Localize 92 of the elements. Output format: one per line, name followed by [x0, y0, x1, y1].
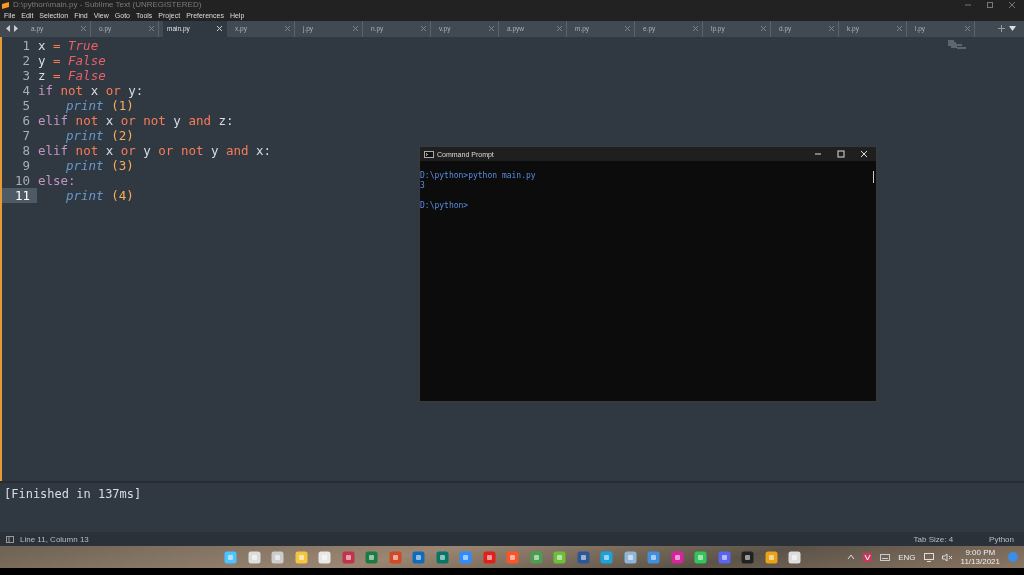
line-number: 5 — [21, 98, 31, 113]
cursor-position: Line 11, Column 13 — [20, 534, 89, 544]
app-logo-icon — [2, 1, 9, 9]
code-token: z — [38, 68, 46, 83]
code-token: not — [143, 113, 166, 128]
console-icon — [424, 150, 434, 158]
app-icon[interactable] — [647, 550, 660, 564]
line-number: 11 — [2, 188, 37, 203]
line-number: 3 — [21, 68, 31, 83]
code-token: (1) — [111, 98, 134, 113]
code-token: or — [120, 143, 136, 158]
minimap-drawing — [948, 40, 966, 49]
app-icon[interactable] — [553, 550, 566, 564]
code-token: (2) — [111, 128, 134, 143]
code-token: elif — [38, 143, 69, 158]
clock-time[interactable]: 9:00 PM — [965, 548, 996, 558]
line-number: 2 — [21, 53, 31, 68]
code-token: (3) — [111, 158, 134, 173]
monitor-icon[interactable] — [923, 552, 934, 562]
close-icon[interactable] — [217, 26, 222, 32]
app-icon[interactable] — [435, 550, 449, 564]
code-token: x — [90, 83, 99, 98]
app-icon[interactable] — [365, 550, 378, 564]
code-token: print — [66, 158, 104, 173]
code-token: if — [38, 83, 54, 98]
keyboard-icon[interactable] — [880, 553, 891, 561]
minimize-icon[interactable] — [964, 2, 972, 8]
code-token: not — [60, 83, 84, 98]
app-icon[interactable] — [600, 550, 613, 564]
console-line: 3 — [420, 181, 425, 191]
scrollbar[interactable] — [872, 171, 874, 183]
build-output: [Finished in 137ms] — [4, 487, 142, 502]
line-number: 4 — [21, 83, 31, 98]
code-token: and — [226, 143, 249, 158]
code-token: y — [143, 143, 151, 158]
code-token: not — [75, 143, 99, 158]
code-token: print — [66, 188, 104, 203]
chevron-up-icon[interactable] — [847, 554, 856, 561]
app-icon[interactable] — [412, 550, 425, 564]
minimize-icon[interactable] — [814, 150, 822, 158]
code-token: (4) — [111, 188, 134, 203]
code-token: or — [120, 113, 136, 128]
maximize-icon[interactable] — [986, 2, 994, 8]
code-token: print — [66, 128, 104, 143]
code-token: y — [173, 113, 181, 128]
code-token: elif — [38, 113, 69, 128]
code-token: z: — [218, 113, 234, 128]
app-icon[interactable] — [576, 550, 590, 564]
speaker-muted-icon[interactable] — [941, 552, 953, 562]
app-icon[interactable] — [764, 550, 778, 564]
code-token: print — [66, 98, 104, 113]
line-number: 8 — [21, 143, 31, 158]
add-tab-icon[interactable] — [998, 25, 1005, 33]
line-number: 9 — [21, 158, 31, 173]
app-icon[interactable] — [863, 552, 873, 562]
app-icon[interactable] — [788, 550, 801, 564]
code-token: not — [180, 143, 204, 158]
code-token: = — [53, 53, 61, 68]
line-number: 7 — [21, 128, 31, 143]
clock-date[interactable]: 11/13/2021 — [960, 557, 1000, 567]
window-title: D:\python\main.py - Sublime Text (UNREGISTERED) — [13, 0, 202, 10]
code-token: x: — [256, 143, 272, 158]
code-token: y: — [128, 83, 144, 98]
code-token: x — [38, 38, 46, 53]
console-line: D:\python>python main.py — [420, 171, 536, 181]
syntax-label[interactable]: Python — [989, 534, 1014, 544]
code-token: x — [105, 143, 114, 158]
tab-scroll-icon[interactable] — [5, 25, 19, 33]
code-token: = — [53, 38, 61, 53]
tab-size-label[interactable]: Tab Size: 4 — [913, 534, 954, 544]
code-token: True — [68, 38, 99, 53]
code-token: False — [68, 68, 106, 83]
code-token: = — [53, 68, 61, 83]
code-token: or — [105, 83, 121, 98]
code-token: False — [68, 53, 106, 68]
dropdown-icon[interactable] — [1009, 25, 1016, 33]
line-number: 6 — [21, 113, 31, 128]
code-token: y — [38, 53, 46, 68]
line-number: 10 — [13, 173, 31, 188]
app-icon[interactable] — [341, 550, 355, 564]
code-token: and — [188, 113, 211, 128]
app-icon[interactable] — [623, 550, 637, 564]
code-token: not — [75, 113, 99, 128]
console-line: D:\python> — [420, 201, 469, 211]
code-token: or — [158, 143, 174, 158]
code-token: else: — [38, 173, 76, 188]
code-token: y — [210, 143, 219, 158]
panel-toggle-icon[interactable] — [6, 535, 14, 543]
app-icon[interactable] — [694, 550, 707, 564]
line-number: 1 — [21, 38, 31, 53]
language-indicator[interactable]: ENG — [898, 552, 916, 562]
code-token: x — [105, 113, 114, 128]
